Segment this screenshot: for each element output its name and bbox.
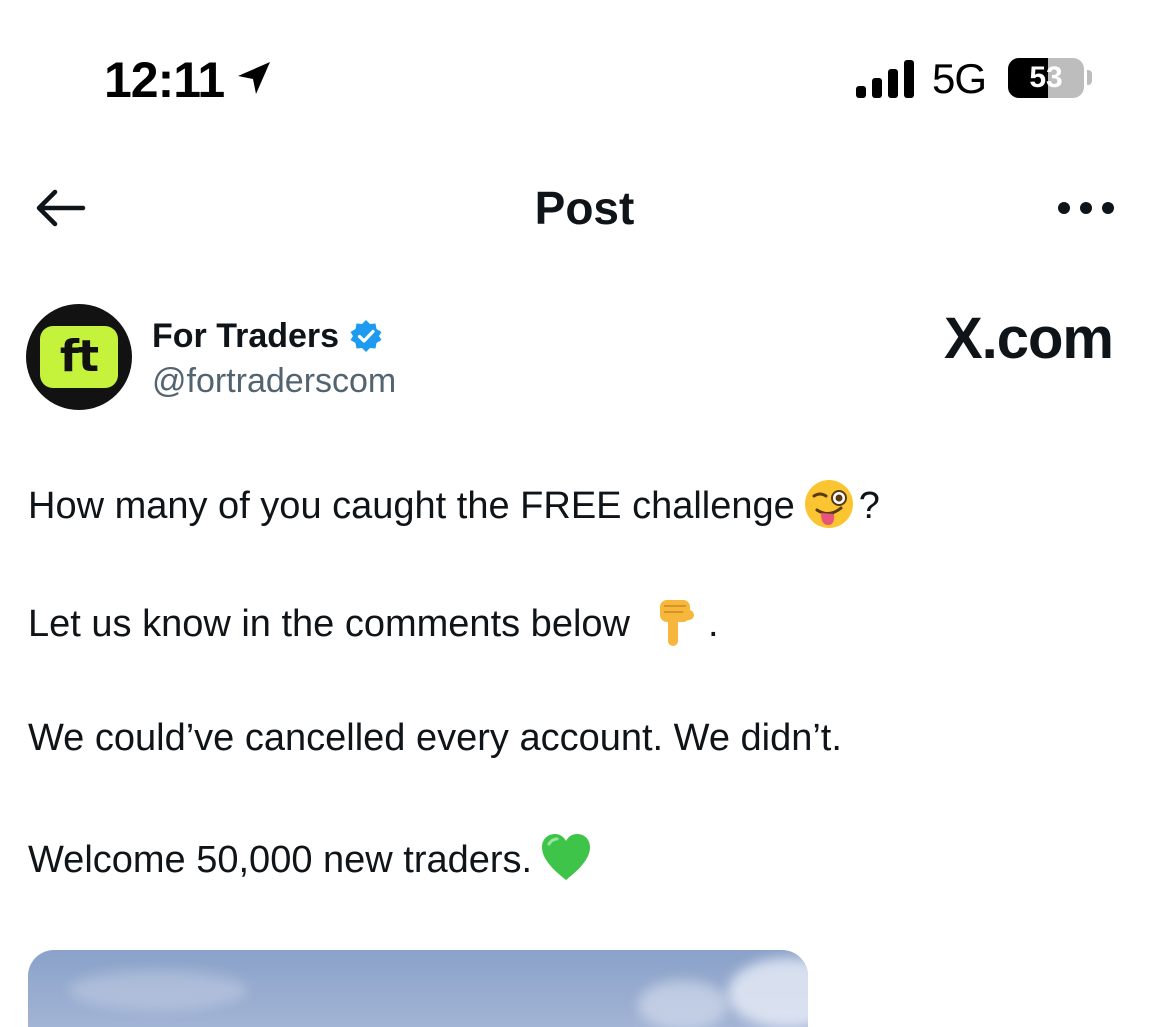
author-handle[interactable]: @fortraderscom <box>152 360 396 402</box>
post-text-line: Let us know in the comments below . <box>28 596 719 648</box>
post-text-line: We could’ve cancelled every account. We … <box>28 714 842 762</box>
battery-cap <box>1087 70 1092 85</box>
x-com-watermark: X.com <box>943 306 1114 371</box>
more-options-button[interactable] <box>1050 186 1122 230</box>
green-heart-icon <box>542 834 591 880</box>
cellular-signal-icon <box>856 60 914 98</box>
post-text-end: . <box>707 603 719 645</box>
author-name[interactable]: For Traders <box>152 314 339 358</box>
post-text-line: Welcome 50,000 new traders. <box>28 832 596 884</box>
post-text: Welcome 50,000 new traders. <box>28 839 533 881</box>
post-image[interactable] <box>28 950 808 1027</box>
network-type: 5G <box>932 55 987 102</box>
post-text-end: ? <box>858 485 880 527</box>
image-cloud <box>68 970 248 1010</box>
page-title: Post <box>534 182 635 234</box>
post-text: Let us know in the comments below <box>28 603 630 645</box>
status-time: 12:11 <box>104 52 225 108</box>
verified-badge-icon <box>350 320 382 352</box>
author-avatar[interactable]: ft <box>26 304 132 410</box>
image-cloud <box>728 958 808 1027</box>
battery-level: 53 <box>1029 61 1063 94</box>
winking-face-with-tongue-icon <box>804 480 853 528</box>
post-text: We could’ve cancelled every account. We … <box>28 717 842 759</box>
more-horizontal-icon <box>1058 202 1114 214</box>
pointing-down-icon <box>659 600 694 646</box>
avatar-logo: ft <box>40 326 118 388</box>
battery-indicator: 53 <box>1008 58 1084 98</box>
post-screen: 12:11 5G 53 Post ft For Traders @fortrad… <box>0 0 1169 1027</box>
image-cloud <box>638 980 728 1027</box>
post-text-line: How many of you caught the FREE challeng… <box>28 478 880 530</box>
location-arrow-icon <box>238 62 270 94</box>
post-text: How many of you caught the FREE challeng… <box>28 485 795 527</box>
author-name-row: For Traders <box>152 314 383 358</box>
